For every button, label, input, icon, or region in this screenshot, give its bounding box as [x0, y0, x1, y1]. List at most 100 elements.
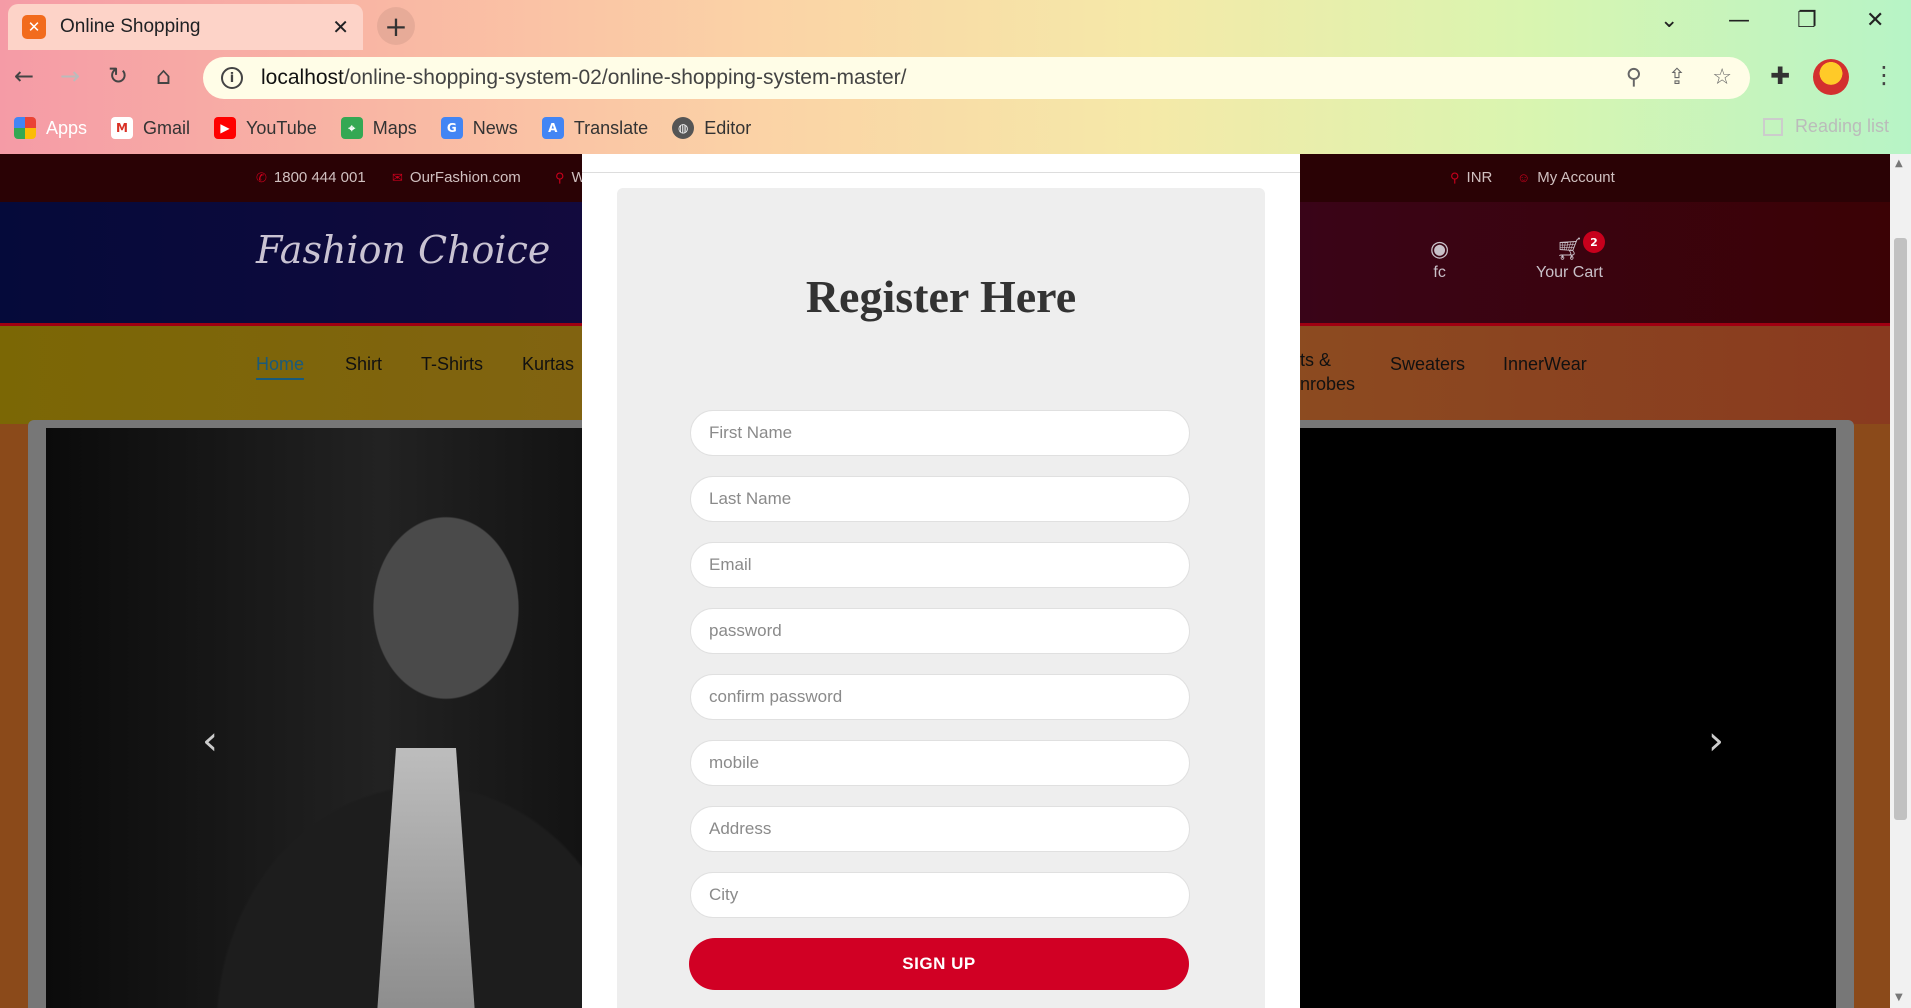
confirm-password-input[interactable]	[690, 674, 1190, 720]
tab-bar: ✕ Online Shopping ✕ + ⌄ — ❐ ✕	[0, 0, 1911, 50]
carousel-next-icon[interactable]: ›	[1708, 718, 1724, 764]
share-icon[interactable]: ⇪	[1668, 65, 1686, 90]
url-path: /online-shopping-system-02/online-shoppi…	[343, 66, 907, 89]
address-input[interactable]	[690, 806, 1190, 852]
email-info[interactable]: ✉ OurFashion.com	[392, 169, 521, 186]
bookmark-label: News	[472, 117, 518, 138]
bookmark-star-icon[interactable]: ☆	[1712, 65, 1732, 90]
address-row: ← → ↻ ⌂ i localhost/online-shopping-syst…	[0, 52, 1911, 104]
password-input[interactable]	[690, 608, 1190, 654]
restore-icon[interactable]: ❐	[1797, 8, 1817, 33]
nav-partial-item[interactable]: ts & nrobes	[1300, 348, 1355, 396]
minimize-icon[interactable]: —	[1728, 8, 1750, 33]
model-photo	[46, 428, 606, 1008]
url-host: localhost	[261, 66, 344, 89]
maps-icon: ⌖	[340, 117, 363, 139]
xampp-favicon-icon: ✕	[22, 15, 46, 39]
address-bar[interactable]: i localhost/online-shopping-system-02/on…	[203, 57, 1750, 99]
nav-kurtas[interactable]: Kurtas	[522, 354, 574, 375]
youtube-icon: ▶	[214, 117, 237, 139]
reading-list-label: Reading list	[1794, 116, 1889, 136]
bookmark-apps[interactable]: Apps	[14, 117, 87, 139]
forward-arrow-icon[interactable]: →	[60, 62, 80, 90]
currency-text: INR	[1466, 169, 1493, 186]
url-text: localhost/online-shopping-system-02/onli…	[261, 66, 906, 90]
nav-tshirts[interactable]: T-Shirts	[421, 354, 483, 375]
reading-list-icon	[1762, 117, 1783, 136]
register-modal: Register Here SIGN UP	[582, 154, 1300, 1008]
modal-divider	[582, 172, 1300, 173]
page-scrollbar[interactable]: ▲ ▼	[1890, 154, 1911, 1008]
city-input[interactable]	[690, 872, 1190, 918]
globe-icon: ◍	[672, 117, 695, 139]
reading-list-button[interactable]: Reading list	[1762, 116, 1889, 137]
bookmark-label: Editor	[704, 117, 752, 138]
nav-innerwear[interactable]: InnerWear	[1503, 354, 1587, 375]
close-window-icon[interactable]: ✕	[1866, 8, 1884, 33]
bookmark-gmail[interactable]: M Gmail	[111, 117, 190, 139]
bookmark-youtube[interactable]: ▶ YouTube	[214, 117, 317, 139]
github-link[interactable]: ◉ fc	[1430, 236, 1449, 282]
tab-title: Online Shopping	[60, 16, 201, 37]
bookmark-label: Translate	[573, 117, 649, 138]
nav-shirt[interactable]: Shirt	[345, 354, 382, 375]
nav-partial-line1: ts &	[1300, 350, 1332, 370]
browser-chrome: ✕ Online Shopping ✕ + ⌄ — ❐ ✕ ← → ↻ ⌂ i …	[0, 0, 1911, 154]
bookmark-label: Maps	[372, 117, 417, 138]
site-logo[interactable]: Fashion Choice	[256, 228, 550, 272]
cart-label: Your Cart	[1536, 264, 1603, 281]
tab-close-icon[interactable]: ✕	[332, 15, 349, 39]
mobile-input[interactable]	[690, 740, 1190, 786]
bookmark-maps[interactable]: ⌖ Maps	[340, 117, 417, 139]
user-icon: ☺	[1517, 170, 1531, 185]
news-icon: G	[440, 117, 463, 139]
zoom-icon[interactable]: ⚲	[1626, 65, 1642, 90]
register-card: Register Here SIGN UP	[617, 188, 1265, 1008]
reload-icon[interactable]: ↻	[108, 62, 128, 90]
home-icon[interactable]: ⌂	[156, 62, 171, 90]
bookmark-label: Gmail	[143, 117, 191, 138]
tab-search-chevron-icon[interactable]: ⌄	[1660, 8, 1678, 33]
scroll-up-icon[interactable]: ▲	[1895, 158, 1903, 169]
register-title: Register Here	[805, 271, 1077, 322]
back-arrow-icon[interactable]: ←	[14, 62, 34, 90]
email-input[interactable]	[690, 542, 1190, 588]
github-icon: ◉	[1430, 236, 1450, 261]
phone-icon: ✆	[256, 169, 267, 185]
scrollbar-thumb[interactable]	[1894, 238, 1907, 820]
currency-marker-icon: ⚲	[1450, 169, 1460, 185]
bookmark-news[interactable]: G News	[440, 117, 518, 139]
carousel-prev-icon[interactable]: ‹	[202, 718, 218, 764]
nav-home[interactable]: Home	[256, 354, 305, 380]
first-name-input[interactable]	[690, 410, 1190, 456]
scroll-down-icon[interactable]: ▼	[1895, 992, 1903, 1003]
browser-menu-icon[interactable]: ⋮	[1872, 61, 1896, 89]
signup-button[interactable]: SIGN UP	[689, 938, 1189, 990]
bookmark-translate[interactable]: A Translate	[541, 117, 649, 139]
new-tab-button[interactable]: +	[377, 7, 415, 45]
cart-count-badge: 2	[1583, 231, 1605, 253]
phone-info[interactable]: ✆ 1800 444 001	[256, 169, 366, 186]
envelope-icon: ✉	[392, 169, 403, 185]
bookmark-label: Apps	[46, 117, 88, 138]
apps-grid-icon	[14, 117, 36, 139]
account-text: My Account	[1537, 169, 1615, 186]
my-account-link[interactable]: ☺ My Account	[1517, 169, 1615, 186]
omnibox-actions: ⚲ ⇪ ☆	[1626, 65, 1732, 90]
bookmark-label: YouTube	[246, 117, 317, 138]
nav-partial-line2: nrobes	[1300, 374, 1356, 394]
currency-selector[interactable]: ⚲ INR	[1450, 169, 1492, 186]
github-label: fc	[1433, 264, 1446, 281]
extensions-puzzle-icon[interactable]: ✚	[1770, 62, 1790, 90]
phone-text: 1800 444 001	[273, 169, 366, 186]
translate-icon: A	[541, 117, 564, 139]
profile-avatar[interactable]	[1813, 59, 1849, 95]
bookmark-editor[interactable]: ◍ Editor	[672, 117, 751, 139]
map-marker-icon: ⚲	[555, 169, 565, 185]
site-info-icon[interactable]: i	[221, 67, 243, 89]
bookmarks-bar: Apps M Gmail ▶ YouTube ⌖ Maps G News A T…	[0, 108, 1911, 148]
last-name-input[interactable]	[690, 476, 1190, 522]
email-text: OurFashion.com	[409, 169, 521, 186]
nav-sweaters[interactable]: Sweaters	[1390, 354, 1465, 375]
tab-online-shopping[interactable]: ✕ Online Shopping ✕	[8, 4, 363, 50]
